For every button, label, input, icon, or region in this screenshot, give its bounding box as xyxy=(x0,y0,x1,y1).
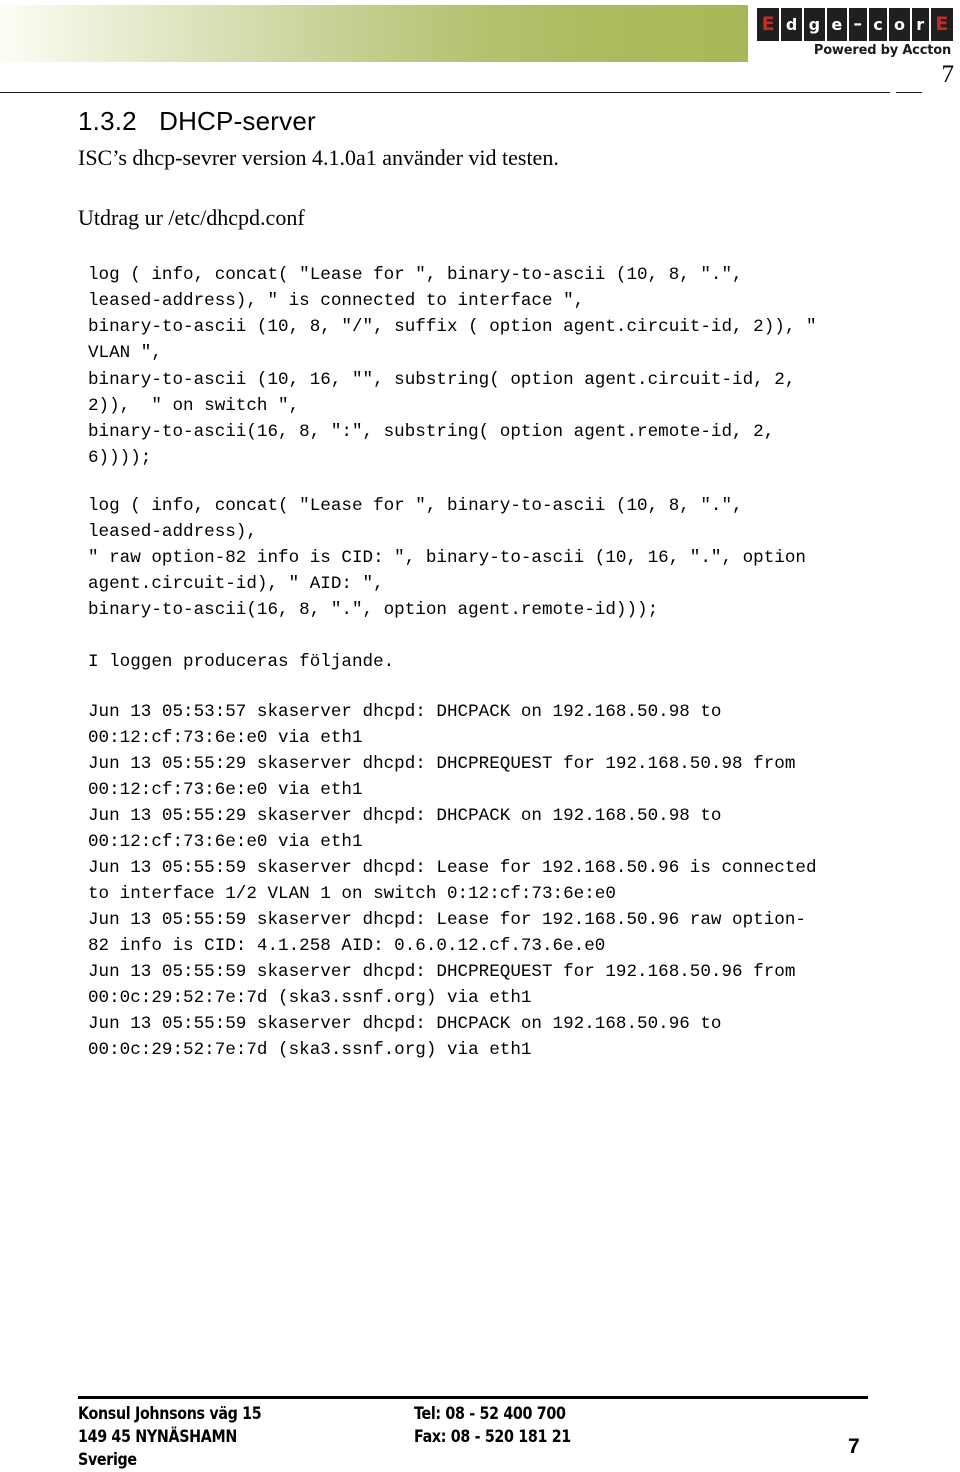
log-intro-text: I loggen produceras följande. xyxy=(88,651,395,672)
footer-address-line-0: Konsul Johnsons väg 15 xyxy=(78,1404,262,1424)
logo-tile-6: o xyxy=(889,8,910,41)
footer-address-line-2: Sverige xyxy=(78,1449,137,1470)
logo-tile-8: E xyxy=(930,8,953,41)
footer-columns: Konsul Johnsons väg 15 149 45 NYNÄSHAMN Sv… xyxy=(78,1403,868,1472)
footer-horizontal-rule xyxy=(78,1396,868,1399)
dhcp-log-output: Jun 13 05:53:57 skaserver dhcpd: DHCPACK… xyxy=(88,701,817,1061)
logo-tile-0: E xyxy=(757,8,780,41)
logo-letter-tiles: Ed g e – c o r E xyxy=(757,8,953,41)
logo-tile-7: r xyxy=(911,8,929,41)
intro-paragraph: ISC’s dhcp-sevrer version 4.1.0a1 använd… xyxy=(78,145,559,170)
logo-tile-4: – xyxy=(848,8,867,41)
edgecore-logo: Ed g e – c o r E Powered by Accton xyxy=(757,8,953,58)
logo-tile-5: c xyxy=(868,8,888,41)
logo-tile-1: d xyxy=(781,8,802,41)
logo-tile-2: g xyxy=(803,8,825,41)
footer-page-number: 7 xyxy=(848,1435,860,1458)
excerpt-label: Utdrag ur /etc/dhcpd.conf xyxy=(78,204,305,230)
footer-contact-line-2 xyxy=(414,1449,750,1472)
document-content: 1.3.2 DHCP-server ISC’s dhcp-sevrer vers… xyxy=(78,106,928,1063)
logo-tile-3: e xyxy=(826,8,847,41)
header-horizontal-rule xyxy=(0,92,890,93)
footer-address-column: Konsul Johnsons väg 15 149 45 NYNÄSHAMN Sv… xyxy=(78,1403,414,1472)
footer-contact-column: Tel: 08 - 52 400 700 Fax: 08 - 520 181 21 xyxy=(414,1403,750,1472)
footer-contact-line-1: Fax: 08 - 520 181 21 xyxy=(414,1426,571,1447)
dhcpd-conf-code-block-2: log ( info, concat( "Lease for ", binary… xyxy=(88,495,806,620)
section-heading: 1.3.2 DHCP-server xyxy=(78,106,316,136)
logo-tagline: Powered by Accton xyxy=(813,43,951,58)
header-page-number: 7 xyxy=(941,61,955,88)
header-horizontal-rule-tail xyxy=(896,92,922,93)
page-footer: Konsul Johnsons väg 15 149 45 NYNÄSHAMN Sv… xyxy=(78,1396,868,1472)
footer-contact-line-0: Tel: 08 - 52 400 700 xyxy=(414,1404,566,1424)
dhcpd-conf-code-block-1: log ( info, concat( "Lease for ", binary… xyxy=(88,265,817,468)
header-gradient-band xyxy=(0,5,748,62)
footer-address-line-1: 149 45 NYNÄSHAMN xyxy=(78,1426,237,1447)
